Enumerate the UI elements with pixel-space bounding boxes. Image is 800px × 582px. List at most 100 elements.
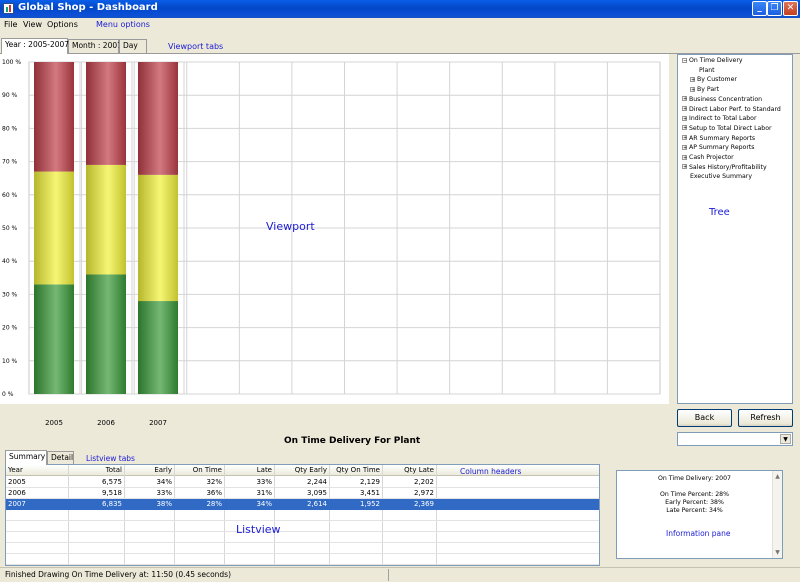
column-headers-annotation: Column headers <box>460 467 522 476</box>
bar-segment-2006-1[interactable] <box>86 164 126 275</box>
column-header[interactable]: Year <box>6 465 68 476</box>
bar-segment-2007-1[interactable] <box>138 174 178 302</box>
chart-title: On Time Delivery For Plant <box>284 436 421 446</box>
menu-bar: File View Options Menu options <box>0 18 800 31</box>
menu-options-annotation: Menu options <box>96 20 150 29</box>
table-cell: 2007 <box>8 500 26 508</box>
bar-segment-2007-2[interactable] <box>138 62 178 175</box>
y-tick-label: 50 % <box>2 225 18 232</box>
tree-node-label: AP Summary Reports <box>689 144 755 152</box>
column-header[interactable]: Total <box>68 465 124 476</box>
table-row[interactable]: 2006 9,518 33% 36% 31% 3,095 3,451 2,972 <box>6 488 599 499</box>
y-tick-label: 70 % <box>2 159 18 166</box>
expand-icon[interactable]: + <box>682 154 687 160</box>
column-header[interactable]: Qty On Time <box>329 465 382 476</box>
viewport-annotation: Viewport <box>266 220 315 233</box>
tree-node[interactable]: + By Customer <box>690 76 737 83</box>
menu-options[interactable]: Options <box>47 20 78 29</box>
tree-annotation: Tree <box>709 207 730 218</box>
info-line-ontime: On Time Percent: 28% <box>660 491 729 498</box>
tree-node[interactable]: Plant <box>690 67 715 74</box>
back-button[interactable]: Back <box>677 409 732 427</box>
tree-node-label: By Part <box>697 86 720 94</box>
tab-detail[interactable]: Detail <box>47 451 74 464</box>
table-cell: 31% <box>256 489 272 497</box>
tab-year[interactable]: Year : 2005-2007 <box>1 38 69 54</box>
y-tick-label: 20 % <box>2 325 18 332</box>
refresh-button[interactable]: Refresh <box>738 409 793 427</box>
y-tick-label: 0 % <box>2 391 14 398</box>
tree-node[interactable]: + AP Summary Reports <box>682 144 755 151</box>
tree-node[interactable]: + Setup to Total Direct Labor <box>682 125 772 132</box>
info-scrollbar[interactable]: ▲ ▼ <box>772 471 782 558</box>
bar-segment-2006-0[interactable] <box>86 274 126 394</box>
column-header[interactable]: Qty Late <box>382 465 436 476</box>
chevron-down-icon[interactable]: ▼ <box>780 434 791 444</box>
app-icon <box>3 3 14 14</box>
tree-node[interactable]: + By Part <box>690 86 719 93</box>
table-row[interactable]: 2005 6,575 34% 32% 33% 2,244 2,129 2,202 <box>6 477 599 488</box>
menu-file[interactable]: File <box>4 20 17 29</box>
expand-icon[interactable]: + <box>682 96 687 102</box>
column-header[interactable]: Qty Early <box>274 465 329 476</box>
minimize-button[interactable]: _ <box>752 1 767 16</box>
menu-view[interactable]: View <box>23 20 42 29</box>
row-divider <box>6 564 599 565</box>
tree-node[interactable]: + AR Summary Reports <box>682 135 755 142</box>
table-cell: 32% <box>206 478 222 486</box>
table-cell: 2005 <box>8 478 26 486</box>
report-tree: Tree − On Time Delivery Plant + By Customer +… <box>677 54 793 404</box>
tree-node[interactable]: + Indirect to Total Labor <box>682 115 757 122</box>
bar-segment-2007-0[interactable] <box>138 301 178 394</box>
bar-segment-2005-1[interactable] <box>34 171 74 285</box>
table-cell: 2,972 <box>413 489 434 497</box>
summary-listview[interactable]: Year Total Early On Time Late Qty Early Qty On… <box>5 464 600 566</box>
restore-button[interactable]: ❐ <box>767 1 782 16</box>
tree-node[interactable]: + Cash Projector <box>682 154 734 161</box>
table-cell: 38% <box>156 500 172 508</box>
listview-tabs-annotation: Listview tabs <box>86 454 135 463</box>
info-line-early: Early Percent: 38% <box>665 499 724 506</box>
tree-node[interactable]: + Business Concentration <box>682 96 762 103</box>
column-header[interactable]: On Time <box>174 465 224 476</box>
scroll-up-icon[interactable]: ▲ <box>773 472 782 481</box>
tree-node-label: Business Concentration <box>689 95 763 103</box>
expand-icon[interactable]: + <box>682 125 687 131</box>
y-tick-label: 100 % <box>2 59 21 66</box>
tree-node[interactable]: + Direct Labor Perf. to Standard <box>682 106 781 113</box>
table-row[interactable]: 2007 6,835 38% 28% 34% 2,614 1,952 2,369 <box>6 499 599 510</box>
expand-icon[interactable]: + <box>690 86 695 92</box>
bar-segment-2006-2[interactable] <box>86 62 126 165</box>
tree-node[interactable]: + Sales History/Profitability <box>682 164 767 171</box>
expand-icon[interactable]: + <box>682 164 687 170</box>
column-header[interactable]: Early <box>124 465 174 476</box>
tab-month[interactable]: Month : 2007 <box>68 39 122 53</box>
tree-node-label: By Customer <box>697 76 737 84</box>
table-cell: 2,614 <box>306 500 327 508</box>
filter-dropdown[interactable]: ▼ <box>677 432 793 446</box>
table-cell: 34% <box>256 500 272 508</box>
collapse-icon[interactable]: − <box>682 57 687 63</box>
expand-icon[interactable]: + <box>682 115 687 121</box>
row-divider <box>6 553 599 554</box>
x-tick-label: 2007 <box>149 419 167 427</box>
status-separator <box>388 569 389 581</box>
tree-node[interactable]: Executive Summary <box>682 173 752 180</box>
expand-icon[interactable]: + <box>682 135 687 141</box>
column-header[interactable]: Late <box>224 465 274 476</box>
y-tick-label: 60 % <box>2 192 18 199</box>
close-button[interactable]: ✕ <box>783 1 798 16</box>
scroll-down-icon[interactable]: ▼ <box>773 548 782 557</box>
tree-node[interactable]: − On Time Delivery <box>682 57 743 64</box>
expand-icon[interactable]: + <box>682 106 687 112</box>
expand-icon[interactable]: + <box>682 144 687 150</box>
bar-segment-2005-2[interactable] <box>34 62 74 172</box>
tab-summary[interactable]: Summary <box>5 450 47 465</box>
bar-segment-2005-0[interactable] <box>34 284 74 394</box>
table-cell: 3,451 <box>359 489 380 497</box>
expand-icon[interactable]: + <box>690 76 695 82</box>
tab-day[interactable]: Day <box>119 39 147 53</box>
row-divider <box>6 520 599 521</box>
table-cell: 6,575 <box>101 478 122 486</box>
chart-viewport: 0 % 10 % 20 % 30 % 40 % 50 % 60 % 70 % 80 % 90 % 1… <box>0 54 669 427</box>
